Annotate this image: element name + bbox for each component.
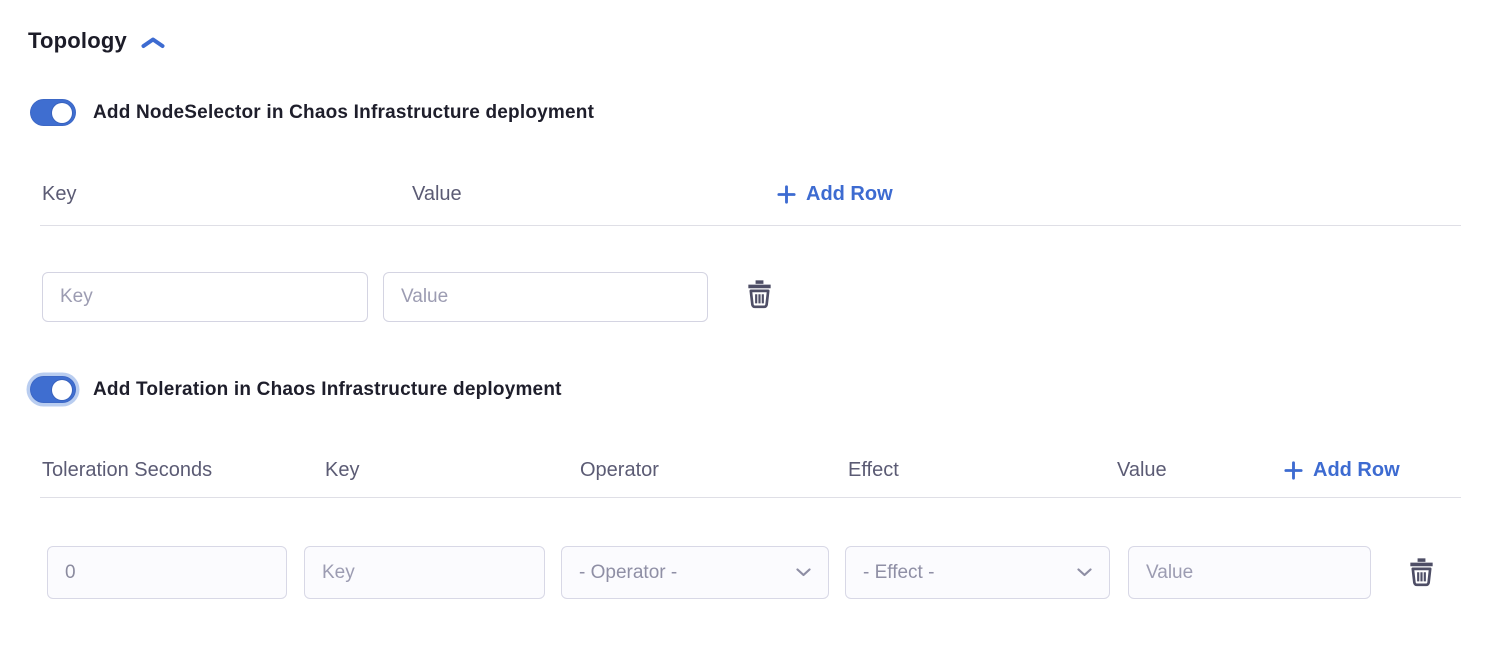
- toleration-operator-select[interactable]: - Operator -: [561, 546, 829, 599]
- toleration-key-input[interactable]: [304, 546, 545, 599]
- trash-icon: [746, 279, 773, 310]
- add-row-label: Add Row: [1313, 459, 1400, 482]
- toleration-delete-row-button[interactable]: [1406, 555, 1437, 590]
- node-selector-key-input[interactable]: [42, 272, 368, 322]
- node-selector-header-key: Key: [42, 181, 76, 207]
- toleration-header-operator: Operator: [580, 457, 659, 483]
- chevron-down-icon: [1077, 568, 1092, 577]
- toggle-knob: [52, 380, 72, 400]
- node-selector-toggle[interactable]: [30, 99, 76, 126]
- toleration-effect-select[interactable]: - Effect -: [845, 546, 1110, 599]
- table-header-divider: [40, 497, 1461, 498]
- node-selector-value-input[interactable]: [383, 272, 708, 322]
- operator-selected-value: - Operator -: [579, 562, 677, 584]
- toleration-toggle-row: Add Toleration in Chaos Infrastructure d…: [30, 376, 562, 403]
- node-selector-toggle-label: Add NodeSelector in Chaos Infrastructure…: [93, 102, 594, 124]
- toleration-value-input[interactable]: [1128, 546, 1371, 599]
- add-row-label: Add Row: [806, 183, 893, 206]
- toleration-add-row-button[interactable]: Add Row: [1283, 457, 1400, 483]
- node-selector-header-value: Value: [412, 181, 462, 207]
- toggle-knob: [52, 103, 72, 123]
- toleration-header-key: Key: [325, 457, 359, 483]
- chevron-up-icon: [140, 35, 166, 50]
- toleration-toggle-label: Add Toleration in Chaos Infrastructure d…: [93, 379, 562, 401]
- effect-selected-value: - Effect -: [863, 562, 934, 584]
- node-selector-add-row-button[interactable]: Add Row: [776, 181, 893, 207]
- section-header-topology[interactable]: Topology: [28, 28, 166, 54]
- toleration-header-seconds: Toleration Seconds: [42, 457, 212, 483]
- plus-icon: [776, 184, 797, 205]
- chevron-down-icon: [796, 568, 811, 577]
- plus-icon: [1283, 460, 1304, 481]
- node-selector-delete-row-button[interactable]: [744, 277, 775, 312]
- node-selector-toggle-row: Add NodeSelector in Chaos Infrastructure…: [30, 99, 594, 126]
- toleration-toggle[interactable]: [30, 376, 76, 403]
- toleration-seconds-input[interactable]: [47, 546, 287, 599]
- section-title-text: Topology: [28, 28, 127, 54]
- trash-icon: [1408, 557, 1435, 588]
- toleration-header-value: Value: [1117, 457, 1167, 483]
- table-header-divider: [40, 225, 1461, 226]
- topology-settings-panel: Topology Add NodeSelector in Chaos Infra…: [0, 0, 1500, 670]
- toleration-header-effect: Effect: [848, 457, 899, 483]
